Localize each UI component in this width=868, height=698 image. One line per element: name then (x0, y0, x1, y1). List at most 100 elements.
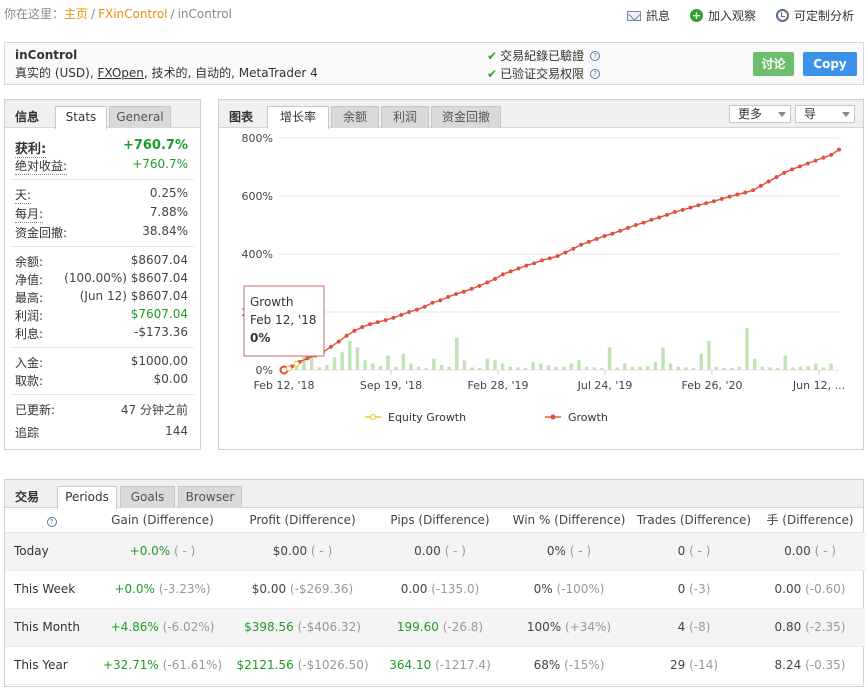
growth-point (328, 344, 333, 349)
growth-point (750, 188, 756, 193)
growth-point (571, 246, 576, 251)
growth-point (446, 294, 451, 299)
tab-drawdown[interactable]: 资金回撤 (431, 106, 501, 128)
column-header[interactable]: Trades (Difference) (633, 508, 755, 533)
volume-bar (607, 347, 612, 370)
custom-analysis-link[interactable]: 可定制分析 (775, 7, 854, 24)
gain-cell: +32.71% (-61.61%) (95, 646, 230, 685)
help-icon[interactable]: ? (590, 50, 601, 61)
trades-panel-title: 交易 (15, 490, 40, 504)
equity-growth-point (293, 360, 300, 367)
breadcrumb-section-link[interactable]: FXinControl (98, 7, 167, 21)
growth-point (524, 263, 529, 268)
volume-bar (332, 357, 337, 370)
profit-value: $398.56 (244, 620, 294, 634)
stat-key: 最高: (15, 291, 44, 305)
table-row: This Week +0.0% (-3.23%) $0.00 (-$269.36… (5, 570, 865, 609)
profit-diff: (-$269.36) (289, 582, 354, 596)
volume-bar (806, 366, 810, 370)
stat-monthly: 每月: 7.88% (11, 205, 194, 223)
tab-periods[interactable]: Periods (57, 486, 117, 509)
volume-bar (646, 366, 650, 370)
volume-bar (393, 366, 398, 370)
breadcrumb-home-link[interactable]: 主页 (64, 7, 88, 21)
volume-bar (775, 368, 780, 370)
volume-bar (791, 367, 795, 370)
stat-key: 取款: (15, 374, 44, 388)
discuss-button[interactable]: 讨论 (753, 52, 794, 76)
volume-bar (707, 340, 711, 370)
lots-value: 0.80 (774, 620, 802, 634)
tab-browser[interactable]: Browser (178, 486, 242, 508)
tab-general[interactable]: General (109, 106, 171, 128)
tab-balance[interactable]: 余额 (331, 106, 379, 128)
gain-cell: +0.0% ( - ) (95, 532, 230, 571)
stat-interest: 利息: -$173.36 (11, 325, 194, 343)
volume-bar (592, 367, 596, 370)
growth-point (696, 203, 701, 208)
tab-goals[interactable]: Goals (120, 486, 175, 508)
growth-point (430, 300, 435, 305)
volume-bar (691, 368, 696, 370)
divider (11, 179, 194, 180)
pips-cell: 0.00 ( - ) (375, 532, 505, 571)
trades-diff: (-8) (689, 620, 711, 634)
stat-value: (100.00%) $8607.04 (64, 271, 188, 285)
table-row: This Year +32.71% (-61.61%) $2121.56 (-$… (5, 646, 865, 685)
growth-point (438, 298, 443, 303)
stat-value: 0.25% (149, 186, 188, 200)
breadcrumb-separator: / (91, 7, 96, 21)
volume-bar (447, 366, 451, 370)
add-watch-link[interactable]: + 加入观察 (689, 7, 756, 24)
messages-label: 訊息 (645, 9, 670, 23)
y-tick-label: 0% (256, 364, 273, 377)
win-cell: 0% (-100%) (505, 570, 633, 609)
column-header[interactable]: Gain (Difference) (95, 508, 230, 533)
column-header[interactable]: 手 (Difference) (755, 508, 865, 533)
profit-value: $2121.56 (236, 658, 294, 672)
header-help: ? (5, 508, 95, 533)
growth-point (704, 201, 709, 206)
volume-bar (539, 363, 543, 370)
gain-diff: (-61.61%) (162, 658, 223, 672)
column-header[interactable]: Profit (Difference) (230, 508, 375, 533)
stat-value: $8607.04 (130, 253, 188, 267)
trades-diff: (-3) (689, 582, 711, 596)
column-header[interactable]: Win % (Difference) (505, 508, 633, 533)
check-icon: ✔ (487, 66, 498, 81)
growth-point (782, 170, 787, 175)
x-tick-label: Feb 12, '18 (254, 379, 315, 392)
help-icon[interactable]: ? (590, 68, 601, 79)
stat-value: 38.84% (142, 224, 188, 238)
column-header[interactable]: Pips (Difference) (375, 508, 505, 533)
growth-point (657, 215, 662, 220)
messages-link[interactable]: 訊息 (626, 7, 670, 24)
stat-value: (Jun 12) $8607.04 (79, 289, 188, 303)
volume-bar (676, 366, 681, 370)
volume-bar (317, 367, 321, 370)
profit-cell: $0.00 (-$269.36) (230, 570, 375, 609)
chevron-down-icon (842, 112, 850, 117)
profit-value: $0.00 (251, 582, 287, 596)
tab-profit[interactable]: 利润 (381, 106, 429, 128)
more-dropdown[interactable]: 更多 (729, 105, 791, 123)
pips-cell: 0.00 (-135.0) (375, 570, 505, 609)
growth-point (493, 276, 498, 281)
broker-link[interactable]: FXOpen (97, 66, 143, 80)
top-actions: 訊息 + 加入观察 可定制分析 (626, 7, 854, 24)
copy-button[interactable]: Copy (803, 52, 857, 76)
growth-point (360, 325, 365, 330)
help-icon[interactable]: ? (46, 516, 57, 527)
stat-value: -$173.36 (134, 325, 188, 339)
legend-growth-label: Growth (568, 411, 608, 424)
export-dropdown[interactable]: 导 (795, 105, 855, 123)
mail-icon (626, 10, 641, 21)
growth-point (672, 209, 677, 214)
volume-bar (477, 368, 482, 370)
tab-stats[interactable]: Stats (55, 106, 107, 129)
gain-value: +0.0% (129, 544, 171, 558)
trades-value: 29 (669, 658, 686, 672)
tab-growth[interactable]: 增长率 (267, 106, 329, 129)
equity-growth-point (285, 365, 292, 372)
stat-key: 利息: (15, 327, 44, 341)
